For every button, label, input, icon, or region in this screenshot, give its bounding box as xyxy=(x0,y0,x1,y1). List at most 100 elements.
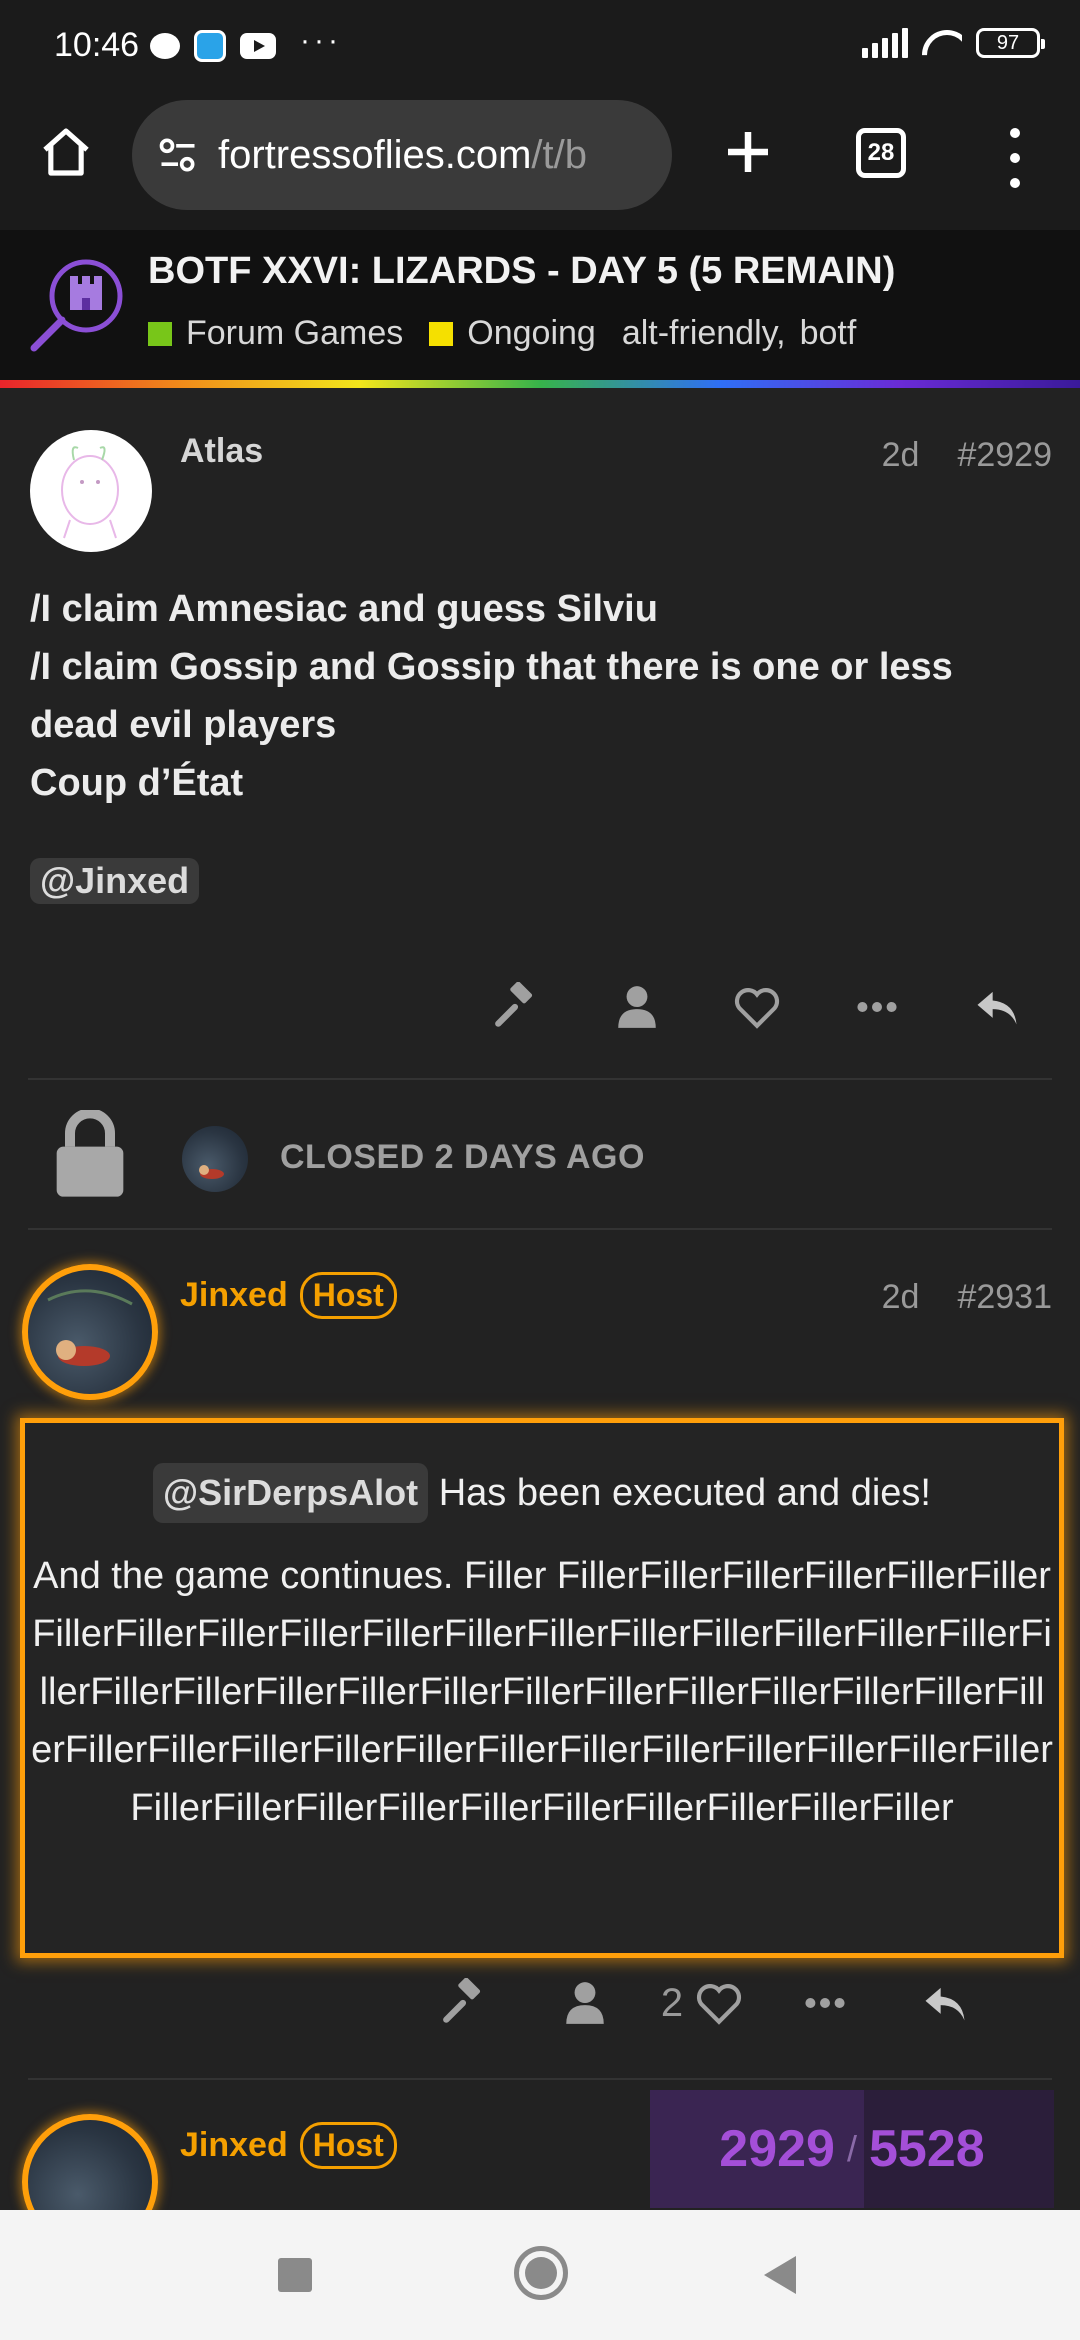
host-message-box: @SirDerpsAlot Has been executed and dies… xyxy=(20,1418,1064,1958)
host-badge: Host xyxy=(299,1272,397,1319)
post-actions: 2 xyxy=(438,1976,972,2030)
recents-button[interactable] xyxy=(278,2258,312,2292)
topic-title[interactable]: BOTF XXVI: LIZARDS - DAY 5 (5 REMAIN) xyxy=(148,250,895,293)
status-color-swatch xyxy=(429,321,454,346)
execution-text: Has been executed and dies! xyxy=(438,1472,931,1514)
host-badge: Host xyxy=(299,2122,397,2169)
progress-current: 2929 xyxy=(719,2120,835,2178)
home-icon xyxy=(43,128,89,176)
progress-text: 2929 / 5528 xyxy=(719,2119,984,2179)
category-color-swatch xyxy=(148,321,172,346)
battery-icon: 97 xyxy=(976,28,1045,58)
atlas-avatar-drawing xyxy=(61,446,119,539)
avatar[interactable] xyxy=(182,1126,248,1192)
heart-icon xyxy=(734,988,780,1029)
site-logo-icon[interactable] xyxy=(28,254,128,354)
mention-sirderpsalot[interactable]: @SirDerpsAlot xyxy=(153,1463,429,1523)
post-2929: Atlas 2d #2929 /I claim Amnesiac and gue… xyxy=(0,388,1080,1078)
url-host: fortressoflies.com xyxy=(218,132,532,177)
ellipsis-icon xyxy=(857,1002,897,1012)
username[interactable]: Atlas xyxy=(180,432,263,471)
progress-separator: / xyxy=(846,2128,857,2169)
browser-toolbar: fortressoflies.com/t/b 28 xyxy=(0,92,1080,230)
user-icon xyxy=(618,986,656,1028)
post-line: /I claim Amnesiac and guess Silviu xyxy=(30,588,658,630)
reply-button[interactable] xyxy=(970,980,1024,1034)
mention-label: @Jinxed xyxy=(30,858,200,904)
reply-icon xyxy=(977,991,1017,1025)
wifi-icon xyxy=(922,28,962,58)
gavel-icon xyxy=(443,1978,481,2023)
user-card-button[interactable] xyxy=(558,1976,612,2030)
notification-icons: ··· xyxy=(150,24,342,62)
site-settings-icon[interactable] xyxy=(156,133,200,177)
tab-count: 28 xyxy=(867,139,895,166)
topic-progress[interactable]: 2929 / 5528 xyxy=(650,2090,1054,2208)
status-label: Ongoing xyxy=(467,314,596,352)
category-link[interactable]: Forum Games xyxy=(148,314,403,353)
rainbow-divider xyxy=(0,380,1080,388)
gavel-button[interactable] xyxy=(490,980,544,1034)
tab-switcher-button[interactable]: 28 xyxy=(856,128,906,178)
reply-button[interactable] xyxy=(918,1976,972,2030)
user-card-button[interactable] xyxy=(610,980,664,1034)
address-bar[interactable]: fortressoflies.com/t/b xyxy=(132,100,672,210)
post-line: Coup d’État xyxy=(30,762,244,804)
closed-notice: CLOSED 2 DAYS AGO xyxy=(0,1080,1080,1230)
like-button[interactable] xyxy=(730,980,784,1034)
gavel-button[interactable] xyxy=(438,1976,492,2030)
tag-botf[interactable]: botf xyxy=(800,314,857,353)
plus-icon xyxy=(728,132,768,172)
system-indicators: 97 xyxy=(862,28,1045,58)
post-number[interactable]: #2929 xyxy=(957,436,1052,475)
chat-notification-icon xyxy=(150,33,180,59)
execution-line: @SirDerpsAlot Has been executed and dies… xyxy=(25,1463,1059,1523)
username-link[interactable]: Jinxed xyxy=(180,2126,288,2164)
post-body: /I claim Amnesiac and guess Silviu /I cl… xyxy=(30,580,1030,812)
status-time: 10:46 xyxy=(54,26,140,64)
status-bar: 10:46 ··· 97 xyxy=(0,0,1080,92)
status-link[interactable]: Ongoing xyxy=(429,314,596,353)
home-button[interactable] xyxy=(36,122,96,182)
browser-menu-button[interactable] xyxy=(1000,128,1030,188)
avatar[interactable] xyxy=(30,430,152,552)
jinxed-avatar-drawing xyxy=(47,1289,133,1366)
category-label: Forum Games xyxy=(186,314,404,352)
progress-total: 5528 xyxy=(869,2120,985,2178)
lock-icon xyxy=(56,1110,124,1197)
mention-jinxed[interactable]: @Jinxed xyxy=(30,858,200,904)
home-nav-button[interactable] xyxy=(514,2246,568,2300)
url-text: fortressoflies.com/t/b xyxy=(218,133,587,178)
closed-label: CLOSED 2 DAYS AGO xyxy=(280,1138,645,1176)
youtube-notification-icon xyxy=(240,33,276,59)
post-number[interactable]: #2931 xyxy=(957,1278,1052,1317)
gavel-icon xyxy=(495,982,533,1027)
more-actions-button[interactable] xyxy=(850,980,904,1034)
like-button[interactable] xyxy=(692,1976,746,2030)
more-notifications-icon: ··· xyxy=(300,24,342,57)
like-count[interactable]: 2 xyxy=(652,1981,692,2026)
topic-header: BOTF XXVI: LIZARDS - DAY 5 (5 REMAIN) Fo… xyxy=(0,230,1080,380)
username-link[interactable]: Jinxed xyxy=(180,1276,288,1314)
jinxed-avatar-drawing xyxy=(199,1165,224,1179)
more-actions-button[interactable] xyxy=(798,1976,852,2030)
avatar[interactable] xyxy=(22,1264,158,1400)
tag-alt-friendly[interactable]: alt-friendly, xyxy=(622,314,786,353)
post-meta: 2d #2929 xyxy=(882,436,1052,475)
username: Jinxed Host xyxy=(180,2122,397,2169)
back-icon[interactable] xyxy=(760,2254,800,2296)
avatar[interactable] xyxy=(22,2114,158,2210)
username: Jinxed Host xyxy=(180,1272,397,1319)
battery-level: 97 xyxy=(996,31,1020,54)
post-age[interactable]: 2d xyxy=(882,1278,920,1317)
post-actions xyxy=(490,980,1024,1034)
home-nav-dot xyxy=(525,2257,557,2289)
filler-text: And the game continues. Filler FillerFil… xyxy=(31,1555,1053,1829)
ellipsis-icon xyxy=(805,1998,845,2008)
heart-icon xyxy=(696,1984,742,2025)
post-age[interactable]: 2d xyxy=(882,436,920,475)
post-meta: 2d #2931 xyxy=(882,1278,1052,1317)
new-tab-button[interactable] xyxy=(718,122,778,182)
post-line: /I claim Gossip and Gossip that there is… xyxy=(30,646,953,746)
url-path: /t/b xyxy=(531,132,588,177)
